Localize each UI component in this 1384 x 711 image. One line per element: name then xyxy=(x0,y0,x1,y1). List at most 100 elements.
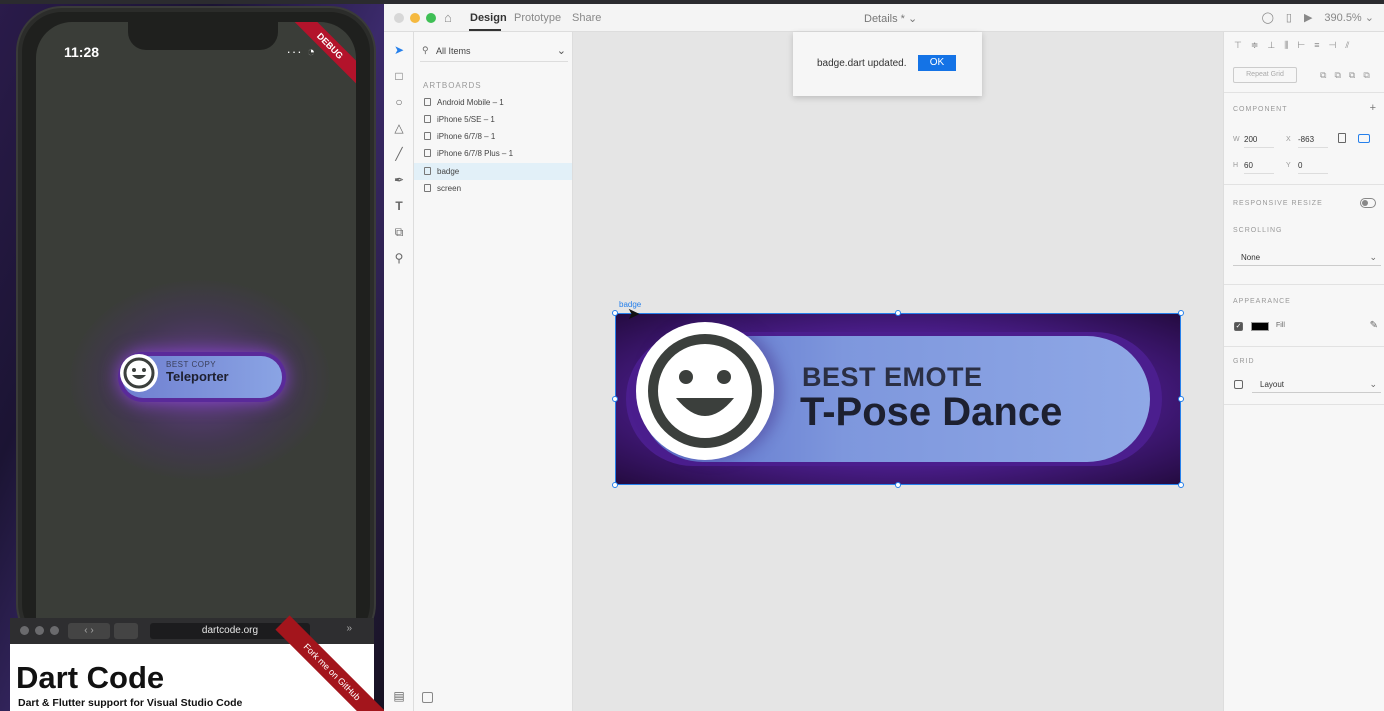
boolean-intersect-icon[interactable]: ⧉ xyxy=(1349,70,1355,81)
field-underline xyxy=(1244,173,1274,174)
minimize-dot[interactable] xyxy=(35,626,44,635)
status-dots: ··· xyxy=(286,44,303,59)
fill-checkbox[interactable]: ✓ xyxy=(1234,322,1243,331)
sidebar-toggle-icon[interactable] xyxy=(114,623,138,639)
layer-label: Android Mobile – 1 xyxy=(437,98,504,107)
distribute-h-icon[interactable]: ⫽ xyxy=(1345,40,1349,51)
layer-item-badge[interactable]: badge xyxy=(414,163,572,180)
fill-swatch[interactable] xyxy=(1251,322,1269,331)
layers-search[interactable]: ⚲ All Items ⌄ xyxy=(420,42,568,62)
layer-label: iPhone 5/SE – 1 xyxy=(437,115,495,124)
artboard-icon xyxy=(424,149,431,157)
divider xyxy=(1224,92,1384,93)
align-middle-icon[interactable]: ≑ xyxy=(1251,40,1259,51)
artboard-icon xyxy=(424,132,431,140)
pen-tool-icon[interactable]: ✒ xyxy=(391,172,407,188)
layer-item[interactable]: screen xyxy=(414,180,572,197)
layer-item[interactable]: iPhone 6/7/8 Plus – 1 xyxy=(414,145,572,162)
height-field[interactable]: 60 xyxy=(1244,161,1253,170)
minimize-dot[interactable] xyxy=(410,13,420,23)
boolean-subtract-icon[interactable]: ⧉ xyxy=(1334,70,1340,81)
site-title: Dart Code xyxy=(16,660,165,695)
rectangle-tool-icon[interactable]: □ xyxy=(391,68,407,84)
boolean-add-icon[interactable]: ⧉ xyxy=(1320,70,1326,81)
artboard-icon xyxy=(424,98,431,106)
close-dot[interactable] xyxy=(394,13,404,23)
plus-icon[interactable]: + xyxy=(1370,102,1376,114)
polygon-tool-icon[interactable]: △ xyxy=(391,120,407,136)
layer-item[interactable]: iPhone 6/7/8 – 1 xyxy=(414,128,572,145)
fixed-size-icon[interactable] xyxy=(1358,134,1370,143)
align-top-icon[interactable]: ⊤ xyxy=(1234,40,1242,51)
artboard-icon xyxy=(424,184,431,192)
resize-handle[interactable] xyxy=(612,310,618,316)
artboard-tool-icon[interactable]: ⧉ xyxy=(391,224,407,240)
text-tool-icon[interactable]: T xyxy=(391,198,407,214)
distribute-icon[interactable]: ⫼ xyxy=(1284,40,1288,51)
tab-share[interactable]: Share xyxy=(572,12,601,24)
chevron-down-icon[interactable]: ⌄ xyxy=(557,44,566,57)
phone-badge-title: Teleporter xyxy=(166,369,229,384)
layer-label: iPhone 6/7/8 Plus – 1 xyxy=(437,149,514,158)
divider xyxy=(1224,404,1384,405)
resize-handle[interactable] xyxy=(895,482,901,488)
eyedropper-icon[interactable]: ✎ xyxy=(1370,320,1378,331)
artboard-icon xyxy=(424,115,431,123)
play-icon[interactable]: ▶ xyxy=(1304,11,1312,24)
resize-handle[interactable] xyxy=(1178,396,1184,402)
divider xyxy=(1224,284,1384,285)
xd-titlebar: ⌂ Design Prototype Share Details * ⌄ ◯ ▯… xyxy=(384,4,1384,32)
chevron-down-icon: ⌄ xyxy=(1369,252,1377,262)
close-dot[interactable] xyxy=(20,626,29,635)
xd-window: ⌂ Design Prototype Share Details * ⌄ ◯ ▯… xyxy=(384,4,1384,711)
phone-badge-sup: BEST COPY xyxy=(166,360,217,369)
zoom-dot[interactable] xyxy=(50,626,59,635)
zoom-dot[interactable] xyxy=(426,13,436,23)
boolean-ops: ⧉ ⧉ ⧉ ⧉ xyxy=(1320,70,1370,81)
phone-notch xyxy=(128,22,278,50)
more-icon[interactable]: » xyxy=(346,623,352,634)
responsive-resize-toggle[interactable] xyxy=(1360,198,1376,208)
zoom-level[interactable]: 390.5% ⌄ xyxy=(1324,11,1374,24)
site-subtitle: Dart & Flutter support for Visual Studio… xyxy=(18,697,243,709)
repeat-grid-button[interactable]: Repeat Grid xyxy=(1233,67,1297,83)
select-tool-icon[interactable]: ➤ xyxy=(391,42,407,58)
align-right-icon[interactable]: ⊣ xyxy=(1328,40,1336,51)
align-center-icon[interactable]: ≡ xyxy=(1314,40,1319,51)
design-canvas[interactable]: badge.dart updated. OK badge BEST EMOTE … xyxy=(573,32,1223,711)
x-field[interactable]: -863 xyxy=(1298,135,1314,144)
device-preview-icon[interactable]: ▯ xyxy=(1286,11,1292,24)
ellipse-tool-icon[interactable]: ○ xyxy=(391,94,407,110)
layer-item[interactable]: Android Mobile – 1 xyxy=(414,94,572,111)
resize-handle[interactable] xyxy=(612,396,618,402)
field-underline xyxy=(1298,147,1328,148)
width-field[interactable]: 200 xyxy=(1244,135,1257,144)
resize-handle[interactable] xyxy=(1178,482,1184,488)
search-icon: ⚲ xyxy=(422,45,429,55)
align-left-icon[interactable]: ⊢ xyxy=(1297,40,1305,51)
ok-button[interactable]: OK xyxy=(918,55,956,71)
y-field[interactable]: 0 xyxy=(1298,161,1302,170)
layer-item[interactable]: iPhone 5/SE – 1 xyxy=(414,111,572,128)
tab-prototype[interactable]: Prototype xyxy=(514,12,561,24)
resize-handle[interactable] xyxy=(1178,310,1184,316)
tab-design[interactable]: Design xyxy=(470,12,507,24)
resize-handle[interactable] xyxy=(612,482,618,488)
titlebar-actions: ◯ ▯ ▶ 390.5% ⌄ xyxy=(1262,11,1374,24)
layers-icon[interactable] xyxy=(422,692,433,703)
user-icon[interactable]: ◯ xyxy=(1262,11,1274,24)
scrolling-select[interactable]: None ⌄ xyxy=(1233,250,1381,266)
line-tool-icon[interactable]: ╱ xyxy=(391,146,407,162)
align-bottom-icon[interactable]: ⊥ xyxy=(1267,40,1275,51)
boolean-exclude-icon[interactable]: ⧉ xyxy=(1363,70,1369,81)
grid-type-select[interactable]: Layout ⌄ xyxy=(1252,377,1381,393)
back-forward-icon[interactable]: ‹ › xyxy=(68,623,110,639)
phone-badge[interactable]: BEST COPY Teleporter xyxy=(118,352,286,402)
document-title[interactable]: Details * ⌄ xyxy=(864,12,917,25)
home-icon[interactable]: ⌂ xyxy=(444,11,458,25)
resize-handle[interactable] xyxy=(895,310,901,316)
grid-checkbox[interactable] xyxy=(1234,380,1243,389)
zoom-tool-icon[interactable]: ⚲ xyxy=(391,250,407,266)
page-icon[interactable] xyxy=(1338,133,1346,143)
libraries-icon[interactable]: ▤ xyxy=(391,688,407,704)
